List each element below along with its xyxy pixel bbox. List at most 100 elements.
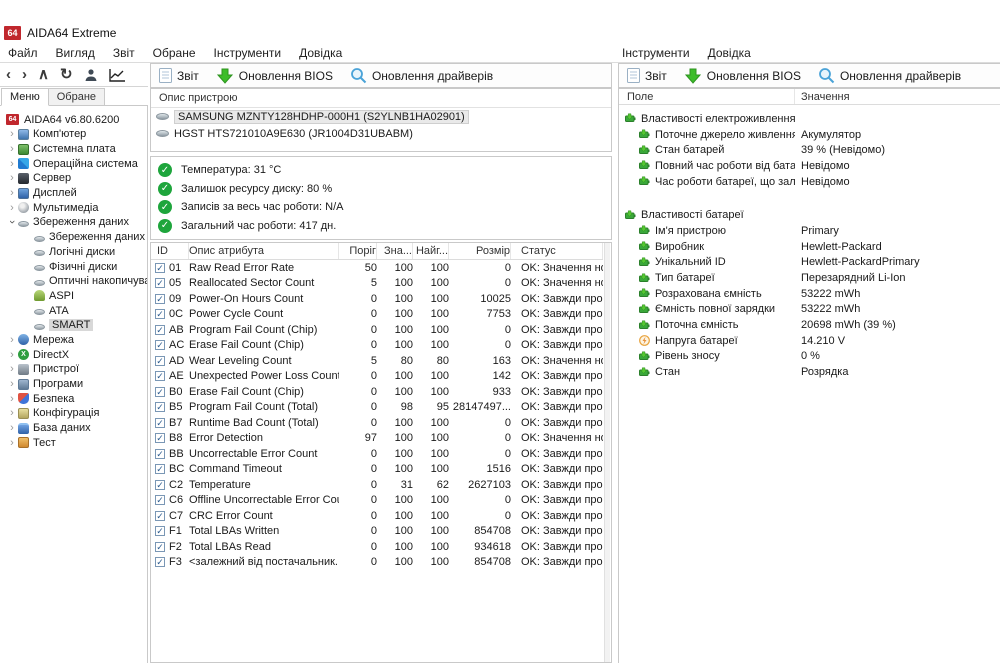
smart-row[interactable]: C2 Temperature 0 31 62 2627103 OK: Завжд… [151,477,603,493]
tree-item[interactable]: › Мережа [0,333,147,348]
chevron-icon[interactable]: › [6,202,18,214]
sidebar-tab[interactable]: Обране [48,88,106,106]
battery-field-row[interactable]: Розрахована ємність 53222 mWh [619,286,1000,302]
col-header-size[interactable]: Розмір [449,243,511,259]
battery-field-row[interactable]: Ємність повної зарядки 53222 mWh [619,302,1000,318]
attribute-checkbox[interactable] [155,402,165,413]
battery-field-row[interactable]: Поточне джерело живлення Акумулятор [619,127,1000,143]
attribute-checkbox[interactable] [155,278,165,289]
report-button[interactable]: Звіт [159,68,199,83]
tree-item[interactable]: › База даних [0,421,147,436]
tree-item[interactable]: › Збереження даних [0,215,147,230]
smart-row[interactable]: AC Erase Fail Count (Chip) 0 100 100 0 O… [151,338,603,354]
attribute-checkbox[interactable] [155,293,165,304]
chevron-icon[interactable]: › [6,349,18,361]
device-row[interactable]: SAMSUNG MZNTY128HDHP-000H1 (S2YLNB1HA029… [151,108,611,125]
menu-item[interactable]: Довідка [708,46,751,62]
menu-item[interactable]: Звіт [113,46,135,62]
attribute-checkbox[interactable] [155,433,165,444]
tree-item[interactable]: ATA [0,303,147,318]
tree-item[interactable]: Фізичні диски [0,259,147,274]
attribute-checkbox[interactable] [155,355,165,366]
device-row[interactable]: HGST HTS721010A9E630 (JR1004D31UBABM) [151,125,611,142]
smart-row[interactable]: C6 Offline Uncorrectable Error Cou... 0 … [151,493,603,509]
smart-row[interactable]: B0 Erase Fail Count (Chip) 0 100 100 933… [151,384,603,400]
col-header-threshold[interactable]: Поріг [339,243,377,259]
menu-item[interactable]: Обране [153,46,196,62]
menu-item[interactable]: Інструменти [622,46,690,62]
smart-row[interactable]: 09 Power-On Hours Count 0 100 100 10025 … [151,291,603,307]
battery-field-row[interactable]: Стан батарей 39 % (Невідомо) [619,142,1000,158]
tree-item[interactable]: Логічні диски [0,245,147,260]
smart-row[interactable]: B5 Program Fail Count (Total) 0 98 95 28… [151,400,603,416]
vertical-scrollbar[interactable] [604,243,610,662]
smart-row[interactable]: F1 Total LBAs Written 0 100 100 854708 O… [151,524,603,540]
tree-item[interactable]: › Конфігурація [0,406,147,421]
chevron-icon[interactable]: › [6,393,18,405]
tree-item[interactable]: › Пристрої [0,362,147,377]
user-icon[interactable] [84,68,98,82]
attribute-checkbox[interactable] [155,495,165,506]
battery-section-row[interactable]: Властивості батареї [619,207,1000,223]
smart-row[interactable]: 0C Power Cycle Count 0 100 100 7753 OK: … [151,307,603,323]
driver-update-button[interactable]: Оновлення драйверів [350,67,493,84]
battery-field-row[interactable]: Повний час роботи від батареї Невідомо [619,158,1000,174]
bios-update-button[interactable]: Оновлення BIOS [216,67,333,85]
attribute-checkbox[interactable] [155,557,165,568]
tree-item[interactable]: › Системна плата [0,142,147,157]
tree-item[interactable]: › Сервер [0,171,147,186]
tree-item[interactable]: › Операційна система [0,156,147,171]
tree-item[interactable]: › Дисплей [0,186,147,201]
chevron-icon[interactable]: › [6,422,18,434]
sidebar-tab[interactable]: Меню [1,88,49,106]
col-header-value[interactable]: Зна... [377,243,413,259]
chevron-icon[interactable]: › [6,216,18,228]
battery-section-row[interactable]: Властивості електроживлення [619,111,1000,127]
attribute-checkbox[interactable] [155,510,165,521]
smart-row[interactable]: BB Uncorrectable Error Count 0 100 100 0… [151,446,603,462]
chevron-icon[interactable]: › [6,363,18,375]
battery-field-row[interactable]: Тип батареї Перезарядний Li-Ion [619,270,1000,286]
col-header-field[interactable]: Поле [619,89,795,104]
attribute-checkbox[interactable] [155,541,165,552]
battery-field-row[interactable]: Напруга батареї 14.210 V [619,333,1000,349]
smart-row[interactable]: 01 Raw Read Error Rate 50 100 100 0 OK: … [151,260,603,276]
attribute-checkbox[interactable] [155,417,165,428]
menu-item[interactable]: Інструменти [214,46,282,62]
tree-item[interactable]: ASPI [0,289,147,304]
tree-item[interactable]: Збереження даних Wi [0,230,147,245]
attribute-checkbox[interactable] [155,464,165,475]
tree-item[interactable]: › DirectX [0,347,147,362]
attribute-checkbox[interactable] [155,526,165,537]
tree-item[interactable]: › Комп'ютер [0,127,147,142]
menu-item[interactable]: Вигляд [56,46,95,62]
battery-field-row[interactable]: Стан Розрядка [619,364,1000,380]
up-icon[interactable]: ∧ [38,67,49,82]
tree-item[interactable]: › Програми [0,377,147,392]
tree-item[interactable]: › Мультимедіа [0,200,147,215]
smart-row[interactable]: AE Unexpected Power Loss Count 0 100 100… [151,369,603,385]
bios-update-button-right[interactable]: Оновлення BIOS [684,67,801,85]
col-header-worst[interactable]: Найг... [413,243,449,259]
menu-item[interactable]: Довідка [299,46,342,62]
col-header-attribute[interactable]: Опис атрибута [189,243,339,259]
forward-icon[interactable]: › [22,67,27,82]
smart-row[interactable]: BC Command Timeout 0 100 100 1516 OK: За… [151,462,603,478]
col-header-status[interactable]: Статус [511,243,603,259]
tree-item[interactable]: SMART [0,318,147,333]
driver-update-button-right[interactable]: Оновлення драйверів [818,67,961,84]
attribute-checkbox[interactable] [155,448,165,459]
attribute-checkbox[interactable] [155,371,165,382]
device-list-header[interactable]: Опис пристрою [151,89,611,108]
chevron-icon[interactable]: › [6,143,18,155]
tree-item[interactable]: › Тест [0,435,147,450]
chevron-icon[interactable]: › [6,172,18,184]
attribute-checkbox[interactable] [155,324,165,335]
menu-item[interactable]: Файл [8,46,38,62]
chevron-icon[interactable]: › [6,334,18,346]
refresh-icon[interactable]: ↻ [60,67,73,82]
attribute-checkbox[interactable] [155,262,165,273]
chevron-icon[interactable]: › [6,407,18,419]
attribute-checkbox[interactable] [155,386,165,397]
battery-field-row[interactable]: Поточна ємність 20698 mWh (39 %) [619,317,1000,333]
